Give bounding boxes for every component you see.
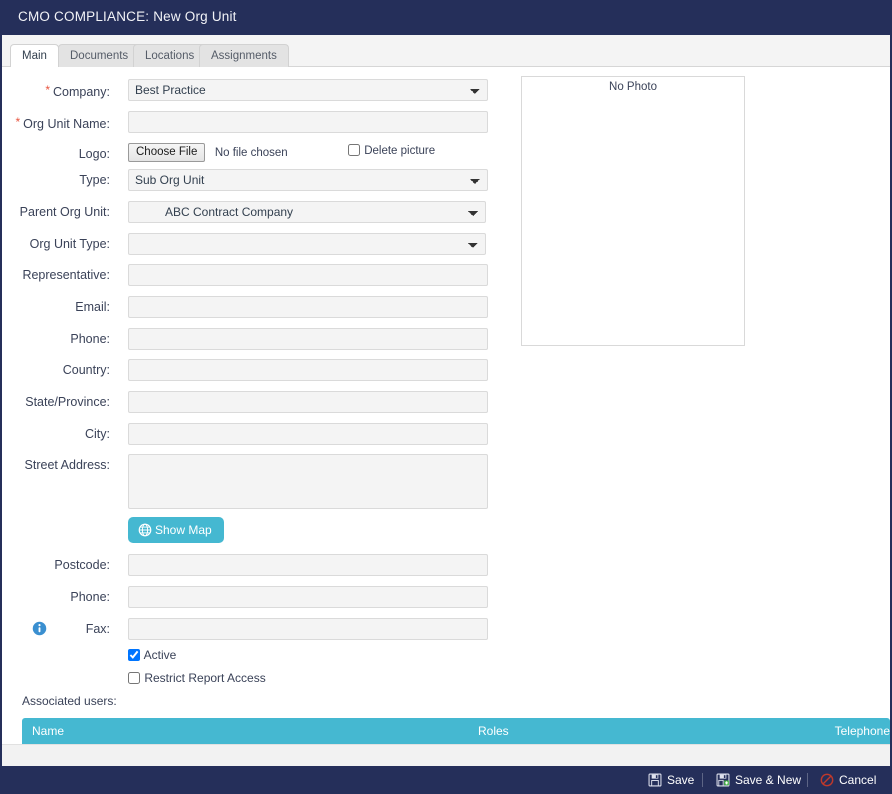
field-row-show-map: Show Map	[2, 517, 502, 543]
org-unit-type-label: Org Unit Type:	[29, 237, 110, 251]
city-input[interactable]	[128, 423, 488, 445]
phone-secondary-label: Phone:	[70, 590, 110, 604]
globe-icon	[138, 523, 152, 537]
column-header-telephone[interactable]: Telephone	[835, 718, 890, 744]
save-and-new-label: Save & New	[735, 773, 802, 787]
org-unit-form: * Company: Best Practice * Org Unit Name: …	[2, 67, 890, 707]
active-label: Active	[143, 648, 177, 662]
org-unit-type-select[interactable]	[128, 233, 486, 255]
email-label: Email:	[75, 300, 110, 314]
state-province-label: State/Province:	[25, 395, 110, 409]
field-row-postcode: Postcode:	[2, 554, 502, 576]
save-button[interactable]: Save	[648, 771, 694, 789]
active-checkbox[interactable]	[128, 649, 140, 661]
field-row-phone-secondary: Phone:	[2, 586, 502, 608]
tab-assignments[interactable]: Assignments	[199, 44, 289, 67]
table-body-empty	[2, 744, 890, 766]
field-row-org-unit-name: * Org Unit Name:	[2, 111, 502, 133]
show-map-button[interactable]: Show Map	[128, 517, 224, 543]
company-select[interactable]: Best Practice	[128, 79, 488, 101]
type-label: Type:	[79, 173, 110, 187]
delete-picture-option[interactable]: Delete picture	[348, 144, 435, 157]
file-status-text: No file chosen	[214, 146, 288, 159]
restrict-report-access-option[interactable]: Restrict Report Access	[128, 671, 266, 685]
restrict-report-access-checkbox[interactable]	[128, 672, 140, 684]
floppy-disk-plus-icon	[716, 773, 730, 787]
postcode-label: Postcode:	[54, 558, 110, 572]
page-title: CMO COMPLIANCE: New Org Unit	[18, 9, 237, 24]
associated-users-table-header: Name Roles Telephone	[22, 718, 890, 744]
representative-input[interactable]	[128, 264, 488, 286]
tab-main[interactable]: Main	[10, 44, 59, 68]
footer-separator-1	[702, 773, 703, 787]
street-address-label: Street Address:	[24, 458, 110, 472]
city-label: City:	[85, 427, 110, 441]
photo-placeholder-box: No Photo	[521, 76, 745, 346]
info-icon[interactable]	[32, 621, 47, 636]
column-header-name[interactable]: Name	[32, 718, 64, 744]
parent-org-unit-select[interactable]: ABC Contract Company	[128, 201, 486, 223]
phone-input[interactable]	[128, 328, 488, 350]
delete-picture-label: Delete picture	[364, 145, 436, 157]
save-and-new-button[interactable]: Save & New	[716, 771, 801, 789]
type-select[interactable]: Sub Org Unit	[128, 169, 488, 191]
field-row-email: Email:	[2, 296, 502, 318]
save-label: Save	[667, 773, 695, 787]
choose-file-button[interactable]: Choose File	[128, 143, 206, 162]
required-asterisk: *	[15, 115, 21, 129]
prohibition-icon	[820, 773, 834, 787]
phone-label: Phone:	[70, 332, 110, 346]
logo-file-input[interactable]: Choose File No file chosen Delete pictur…	[128, 143, 435, 165]
email-input[interactable]	[128, 296, 488, 318]
country-input[interactable]	[128, 359, 488, 381]
field-row-country: Country:	[2, 359, 502, 381]
company-label: * Company:	[45, 83, 110, 99]
phone-secondary-input[interactable]	[128, 586, 488, 608]
title-bar: CMO COMPLIANCE: New Org Unit	[2, 0, 890, 35]
field-row-phone: Phone:	[2, 328, 502, 350]
field-row-street-address: Street Address:	[2, 454, 502, 514]
field-row-representative: Representative:	[2, 264, 502, 286]
floppy-disk-icon	[648, 773, 662, 787]
org-unit-name-label: * Org Unit Name:	[15, 115, 110, 131]
field-row-org-unit-type: Org Unit Type:	[2, 233, 502, 255]
field-row-fax: Fax:	[2, 618, 502, 640]
representative-label: Representative:	[22, 268, 110, 282]
state-province-input[interactable]	[128, 391, 488, 413]
street-address-textarea[interactable]	[128, 454, 488, 509]
tab-locations[interactable]: Locations	[133, 44, 207, 67]
required-asterisk: *	[45, 83, 51, 97]
active-option[interactable]: Active	[128, 648, 176, 662]
field-row-type: Type: Sub Org Unit	[2, 169, 502, 191]
logo-label: Logo:	[78, 147, 110, 161]
postcode-input[interactable]	[128, 554, 488, 576]
fax-label: Fax:	[85, 622, 110, 636]
country-label: Country:	[62, 363, 110, 377]
field-row-parent-org-unit: Parent Org Unit: ABC Contract Company	[2, 201, 502, 223]
restrict-report-access-label: Restrict Report Access	[144, 671, 266, 685]
fax-input[interactable]	[128, 618, 488, 640]
parent-org-unit-label: Parent Org Unit:	[19, 205, 110, 219]
field-row-company: * Company: Best Practice	[2, 79, 502, 101]
app-window: CMO COMPLIANCE: New Org Unit Main Docume…	[0, 0, 892, 794]
footer-separator-2	[807, 773, 808, 787]
cancel-button[interactable]: Cancel	[820, 771, 876, 789]
delete-picture-checkbox[interactable]	[348, 144, 360, 156]
tab-strip: Main Documents Locations Assignments	[2, 35, 890, 68]
field-row-logo: Logo: Choose File No file chosen Delete …	[2, 143, 502, 165]
field-row-city: City:	[2, 423, 502, 445]
field-row-state-province: State/Province:	[2, 391, 502, 413]
no-photo-text: No Photo	[609, 81, 657, 93]
show-map-label: Show Map	[155, 523, 212, 537]
cancel-label: Cancel	[839, 773, 877, 787]
org-unit-name-input[interactable]	[128, 111, 488, 133]
tab-documents[interactable]: Documents	[58, 44, 141, 67]
column-header-roles[interactable]: Roles	[478, 718, 509, 744]
associated-users-label: Associated users:	[22, 694, 117, 708]
footer-bar: Save Save & New Cancel	[2, 766, 890, 794]
